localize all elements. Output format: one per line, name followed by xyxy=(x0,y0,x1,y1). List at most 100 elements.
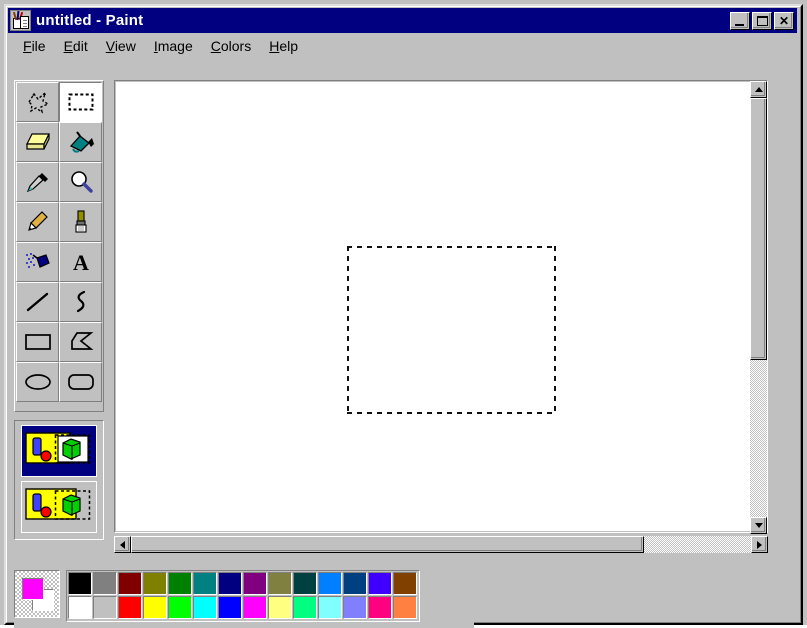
color-swatch[interactable] xyxy=(293,596,317,619)
polygon-icon xyxy=(70,332,93,350)
rectangle-tool[interactable] xyxy=(16,322,59,362)
rounded-rectangle-icon xyxy=(67,374,94,390)
scroll-right-button[interactable] xyxy=(751,536,768,553)
color-swatch[interactable] xyxy=(368,572,392,595)
palette-swatch-grid xyxy=(66,570,420,622)
color-swatch[interactable] xyxy=(218,572,242,595)
color-swatch[interactable] xyxy=(193,596,217,619)
paint-application-window: untitled - Paint ✕ File Edit View Image … xyxy=(0,0,807,628)
maximize-button[interactable] xyxy=(752,11,772,30)
color-swatch[interactable] xyxy=(293,572,317,595)
free-form-select-icon xyxy=(27,91,50,114)
color-swatch[interactable] xyxy=(343,572,367,595)
menu-item-image[interactable]: Image xyxy=(145,36,202,56)
color-swatch[interactable] xyxy=(218,596,242,619)
opaque-selection-icon xyxy=(25,432,91,464)
line-icon xyxy=(26,292,48,312)
color-swatch[interactable] xyxy=(318,572,342,595)
horizontal-scrollbar-thumb[interactable] xyxy=(131,536,644,553)
color-swatch[interactable] xyxy=(318,596,342,619)
menu-item-file[interactable]: File xyxy=(14,36,55,56)
color-swatch[interactable] xyxy=(243,596,267,619)
rectangle-icon xyxy=(24,334,51,350)
line-tool[interactable] xyxy=(16,282,59,322)
opaque-selection-option[interactable] xyxy=(21,425,97,477)
color-swatch[interactable] xyxy=(168,596,192,619)
foreground-color-swatch[interactable] xyxy=(22,578,44,600)
scroll-down-button[interactable] xyxy=(750,517,767,534)
magnifier-tool[interactable] xyxy=(59,162,102,202)
color-swatch[interactable] xyxy=(368,596,392,619)
text-icon: A xyxy=(73,250,89,274)
airbrush-tool[interactable] xyxy=(16,242,59,282)
current-colors-indicator[interactable] xyxy=(14,570,60,618)
palette-row-1 xyxy=(68,572,418,596)
horizontal-scrollbar[interactable] xyxy=(114,536,768,553)
curve-tool[interactable] xyxy=(59,282,102,322)
color-swatch[interactable] xyxy=(343,596,367,619)
color-swatch[interactable] xyxy=(243,572,267,595)
vertical-scrollbar-thumb[interactable] xyxy=(750,98,767,360)
eraser-tool[interactable] xyxy=(16,122,59,162)
transparent-selection-option[interactable] xyxy=(21,481,97,533)
magnifier-icon xyxy=(70,171,93,193)
tool-box: A xyxy=(14,80,106,550)
ellipse-tool[interactable] xyxy=(16,362,59,402)
scroll-up-button[interactable] xyxy=(750,81,767,98)
eyedropper-icon xyxy=(26,173,48,193)
ellipse-icon xyxy=(24,374,51,390)
minimize-button[interactable] xyxy=(730,11,750,30)
menu-item-view[interactable]: View xyxy=(97,36,145,56)
rectangle-select-icon xyxy=(68,93,93,111)
svg-text:A: A xyxy=(73,250,89,274)
color-swatch[interactable] xyxy=(393,596,417,619)
tool-grid: A xyxy=(14,80,104,412)
window-frame: untitled - Paint ✕ File Edit View Image … xyxy=(4,4,803,628)
color-swatch[interactable] xyxy=(118,596,142,619)
title-bar[interactable]: untitled - Paint ✕ xyxy=(8,8,797,33)
color-swatch[interactable] xyxy=(268,596,292,619)
pencil-icon xyxy=(27,211,48,231)
color-swatch[interactable] xyxy=(68,572,92,595)
palette-row-2 xyxy=(68,596,418,620)
polygon-tool[interactable] xyxy=(59,322,102,362)
color-swatch[interactable] xyxy=(68,596,92,619)
eraser-icon xyxy=(25,133,50,150)
paint-canvas[interactable] xyxy=(116,82,766,531)
menu-bar: File Edit View Image Colors Help xyxy=(8,35,797,57)
vertical-scrollbar[interactable] xyxy=(750,81,767,534)
window-title: untitled - Paint xyxy=(36,12,144,29)
close-button[interactable]: ✕ xyxy=(774,11,794,30)
transparent-selection-icon xyxy=(25,488,91,520)
rectangle-select-tool[interactable] xyxy=(59,82,102,122)
free-form-select-tool[interactable] xyxy=(16,82,59,122)
color-swatch[interactable] xyxy=(93,572,117,595)
menu-item-edit[interactable]: Edit xyxy=(55,36,97,56)
window-controls: ✕ xyxy=(730,11,794,30)
selection-marquee[interactable] xyxy=(347,246,556,414)
color-swatch[interactable] xyxy=(93,596,117,619)
drawing-area xyxy=(114,80,784,553)
menu-item-colors[interactable]: Colors xyxy=(202,36,260,56)
pencil-tool[interactable] xyxy=(16,202,59,242)
text-tool[interactable]: A xyxy=(59,242,102,282)
fill-bucket-icon xyxy=(69,131,94,153)
color-swatch[interactable] xyxy=(393,572,417,595)
menu-item-help[interactable]: Help xyxy=(260,36,307,56)
color-swatch[interactable] xyxy=(193,572,217,595)
brush-icon xyxy=(74,210,87,233)
canvas-well xyxy=(114,80,768,534)
color-swatch[interactable] xyxy=(143,572,167,595)
brush-tool[interactable] xyxy=(59,202,102,242)
paint-app-icon xyxy=(10,10,31,31)
tool-options-panel xyxy=(14,420,104,540)
rounded-rectangle-tool[interactable] xyxy=(59,362,102,402)
fill-tool[interactable] xyxy=(59,122,102,162)
color-swatch[interactable] xyxy=(143,596,167,619)
curve-icon xyxy=(76,290,85,313)
color-swatch[interactable] xyxy=(168,572,192,595)
color-swatch[interactable] xyxy=(268,572,292,595)
color-picker-tool[interactable] xyxy=(16,162,59,202)
scroll-left-button[interactable] xyxy=(114,536,131,553)
color-swatch[interactable] xyxy=(118,572,142,595)
